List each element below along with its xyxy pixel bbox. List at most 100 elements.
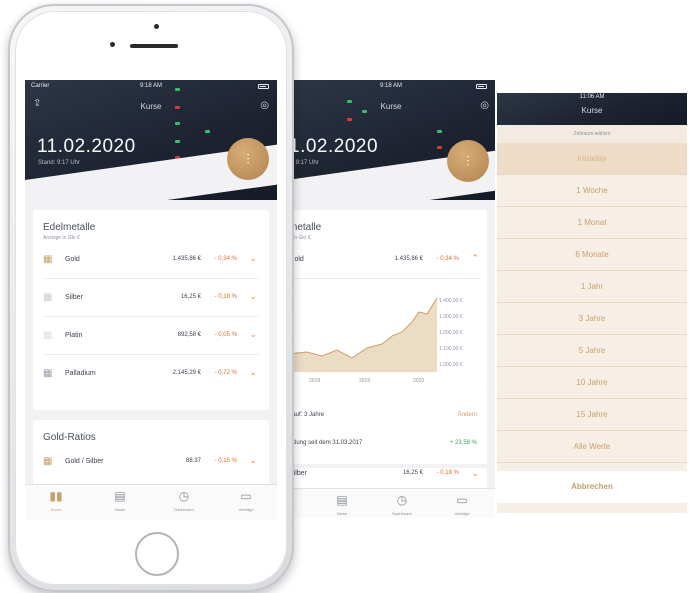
- battery-icon: [476, 84, 487, 89]
- gold-bars-icon: ▦: [43, 254, 53, 265]
- y-tick: 1.000,00 €: [439, 362, 463, 368]
- tab-dashboard[interactable]: ◷ Dashboard: [377, 493, 427, 516]
- sliders-icon[interactable]: ⫶: [227, 138, 269, 180]
- trend-value: + 23.58 %: [449, 440, 477, 446]
- price-chart: [287, 297, 437, 372]
- time-label: Stand: 9:17 Uhr: [38, 160, 81, 166]
- palladium-bars-icon: ▦: [43, 368, 53, 379]
- share-icon[interactable]: ⇪: [33, 98, 41, 109]
- sliders-icon[interactable]: ⫶: [447, 140, 489, 182]
- x-tick: 2019: [359, 378, 371, 384]
- period-option[interactable]: Alle Werte: [497, 431, 687, 463]
- metal-change: - 0,18 %: [436, 470, 459, 476]
- picker-title: Zeitraum wählen: [497, 125, 687, 143]
- metal-price: 1.435,86 €: [394, 256, 423, 262]
- header-title: Kurse: [581, 106, 603, 115]
- gold-bars-icon: ▦: [43, 456, 53, 467]
- status-bar: 11:06 AM: [497, 94, 687, 104]
- tab-vertraege[interactable]: ▭ Verträge: [437, 493, 487, 516]
- contracts-icon: ▭: [240, 489, 252, 503]
- list-item[interactable]: Silber 16,25 € - 0,18 % ⌄: [289, 468, 481, 488]
- tab-bar: ▮▮ Kurse ▤ News ◷ Dashboard ▭ Verträge: [25, 484, 277, 520]
- header-title: Kurse: [380, 102, 402, 111]
- news-icon: ▤: [114, 489, 126, 503]
- trend-label: cklung seit dem 31.03.2017: [289, 440, 363, 446]
- chevron-down-icon[interactable]: ⌄: [249, 329, 257, 340]
- profile-icon[interactable]: ◎: [260, 100, 269, 111]
- home-button[interactable]: [135, 532, 179, 576]
- detail-screen: 9:18 AM Kurse ◎ 1.02.2020 d: 9:17 Uhr ⫶ …: [287, 80, 495, 518]
- contracts-icon: ▭: [456, 493, 468, 507]
- card-title: Edelmetalle: [43, 222, 96, 233]
- chevron-down-icon[interactable]: ⌄: [249, 367, 257, 378]
- tab-kurse[interactable]: ▮▮ Kurse: [31, 489, 81, 512]
- status-time: 11:06 AM: [579, 94, 605, 100]
- list-item[interactable]: Gold 1.435,86 € - 0,34 % ⌃: [289, 241, 481, 279]
- metals-card: metalle e in Gkr € Gold 1.435,86 € - 0,3…: [287, 210, 487, 388]
- metal-change: - 0,34 %: [436, 256, 459, 262]
- x-tick: 2018: [309, 378, 321, 384]
- tab-dashboard[interactable]: ◷ Dashboard: [159, 489, 209, 512]
- period-option[interactable]: 10 Jahre: [497, 367, 687, 399]
- chevron-down-icon[interactable]: ⌄: [249, 253, 257, 264]
- period-option[interactable]: Intraday: [497, 143, 687, 175]
- chevron-down-icon[interactable]: ⌄: [471, 468, 479, 479]
- tab-bar: ▤ News ◷ Dashboard ▭ Verträge: [287, 488, 495, 518]
- status-bar: 9:18 AM: [287, 83, 495, 93]
- status-time: 9:18 AM: [379, 83, 402, 89]
- period-option[interactable]: 3 Jahre: [497, 303, 687, 335]
- change-period-link[interactable]: Ändern: [458, 412, 477, 418]
- chevron-up-icon[interactable]: ⌃: [471, 253, 479, 264]
- list-item[interactable]: ▦ Gold / Silber 88.37 - 0,15 % ⌄: [43, 443, 259, 481]
- period-option[interactable]: 15 Jahre: [497, 399, 687, 431]
- cancel-button[interactable]: Abbrechen: [497, 471, 687, 503]
- chevron-down-icon[interactable]: ⌄: [249, 455, 257, 466]
- profile-icon[interactable]: ◎: [480, 100, 489, 111]
- date-label: 1.02.2020: [289, 136, 379, 157]
- overview-screen: Carrier 9:18 AM Kurse ⇪ ◎ 11.02.2020 Sta…: [25, 80, 277, 520]
- tab-vertraege[interactable]: ▭ Verträge: [221, 489, 271, 512]
- tab-news[interactable]: ▤ News: [317, 493, 367, 516]
- tab-news[interactable]: ▤ News: [95, 489, 145, 512]
- card-subtitle: e in Gkr €: [289, 235, 311, 241]
- dashboard-icon: ◷: [396, 493, 408, 507]
- list-item[interactable]: ▦ Palladium 2.145,29 € - 0,72 % ⌄: [43, 355, 259, 393]
- status-time: 9:18 AM: [139, 83, 162, 89]
- date-label: 11.02.2020: [37, 136, 136, 157]
- period-option[interactable]: 1 Jahr: [497, 271, 687, 303]
- card-title: metalle: [289, 222, 322, 233]
- period-option[interactable]: 5 Jahre: [497, 335, 687, 367]
- card-title: Gold-Ratios: [43, 432, 96, 443]
- card-subtitle: Anzeige in Gkr €: [43, 235, 80, 241]
- period-option[interactable]: 6 Monate: [497, 239, 687, 271]
- list-item[interactable]: ▦ Silber 16,25 € - 0,18 % ⌄: [43, 279, 259, 317]
- y-tick: 1.400,00 €: [439, 298, 463, 304]
- dashboard-icon: ◷: [178, 489, 190, 503]
- period-option[interactable]: 1 Monat: [497, 207, 687, 239]
- y-tick: 1.300,00 €: [439, 314, 463, 320]
- sensor: [110, 42, 115, 47]
- y-tick: 1.200,00 €: [439, 330, 463, 336]
- chevron-down-icon[interactable]: ⌄: [249, 291, 257, 302]
- battery-icon: [258, 84, 269, 89]
- speaker: [130, 44, 178, 48]
- metal-price: 16,25 €: [402, 470, 423, 476]
- list-item[interactable]: ▦ Platin 892,58 € - 0,05 % ⌄: [43, 317, 259, 355]
- silver-card: Silber 16,25 € - 0,18 % ⌄: [287, 468, 487, 488]
- ratios-card: Gold-Ratios ▦ Gold / Silber 88.37 - 0,15…: [33, 420, 269, 490]
- x-tick: 2020: [413, 378, 425, 384]
- platinum-bars-icon: ▦: [43, 330, 53, 341]
- silver-bars-icon: ▦: [43, 292, 53, 303]
- list-item[interactable]: ▦ Gold 1.435,86 € - 0,34 % ⌄: [43, 241, 259, 279]
- status-bar: Carrier 9:18 AM: [25, 83, 277, 93]
- camera: [154, 24, 159, 29]
- period-options: Intraday 1 Woche 1 Monat 6 Monate 1 Jahr 3 Ja…: [497, 143, 687, 463]
- period-picker-screen: 11:06 AM Kurse Zeitraum wählen Intraday 1…: [497, 93, 687, 513]
- period-option[interactable]: 1 Woche: [497, 175, 687, 207]
- history-row: rlauf: 3 Jahre Ändern cklung seit dem 31…: [287, 388, 487, 464]
- header-title: Kurse: [140, 102, 162, 111]
- history-label: rlauf: 3 Jahre: [289, 412, 325, 418]
- metals-card: Edelmetalle Anzeige in Gkr € ▦ Gold 1.43…: [33, 210, 269, 410]
- chart-bars-icon: ▮▮: [49, 489, 63, 503]
- y-tick: 1.100,00 €: [439, 346, 463, 352]
